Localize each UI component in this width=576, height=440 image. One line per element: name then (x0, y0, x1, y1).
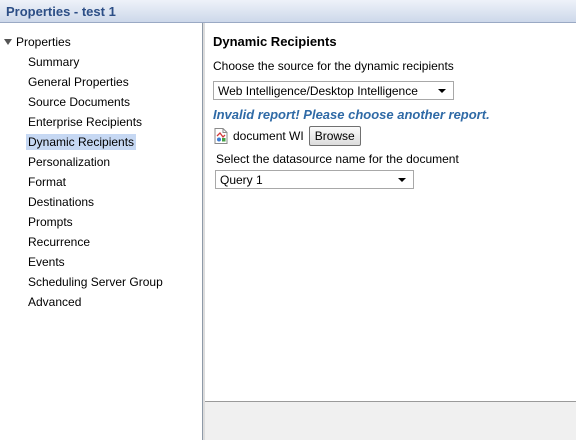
navigation-tree-panel: Properties Summary General Properties So… (0, 23, 203, 440)
tree-item-general-properties[interactable]: General Properties (26, 72, 165, 92)
tree-item-source-documents[interactable]: Source Documents (26, 92, 165, 112)
datasource-label: Select the datasource name for the docum… (216, 152, 459, 166)
browse-button[interactable]: Browse (308, 126, 361, 146)
tree-root-label: Properties (16, 35, 71, 49)
tree-item-scheduling-server-group[interactable]: Scheduling Server Group (26, 272, 165, 292)
tree-item-format[interactable]: Format (26, 172, 165, 192)
tree-item-recurrence[interactable]: Recurrence (26, 232, 165, 252)
dropdown-arrow-icon (398, 178, 406, 182)
tree-item-label: Format (28, 175, 67, 189)
datasource-select[interactable]: Query 1 (215, 170, 414, 189)
footer-bar (205, 401, 576, 440)
tree-item-label: Destinations (28, 195, 95, 209)
content-panel: Dynamic Recipients Choose the source for… (205, 23, 576, 401)
window-title: Properties - test 1 (6, 4, 116, 19)
tree-item-label: Scheduling Server Group (28, 275, 163, 289)
error-message: Invalid report! Please choose another re… (213, 107, 490, 122)
tree-item-advanced[interactable]: Advanced (26, 292, 165, 312)
tree-item-label: General Properties (28, 75, 129, 89)
tree-item-label: Summary (28, 55, 80, 69)
tree-item-prompts[interactable]: Prompts (26, 212, 165, 232)
tree-item-label: Personalization (28, 155, 111, 169)
source-select[interactable]: Web Intelligence/Desktop Intelligence (213, 81, 454, 100)
tree-item-events[interactable]: Events (26, 252, 165, 272)
tree-item-label: Advanced (28, 295, 82, 309)
source-label: Choose the source for the dynamic recipi… (213, 59, 454, 73)
tree-item-label: Prompts (28, 215, 73, 229)
dropdown-arrow-icon (438, 89, 446, 93)
source-select-value: Web Intelligence/Desktop Intelligence (218, 83, 418, 98)
broken-image-icon (214, 128, 228, 144)
document-row: document WI Browse (214, 125, 361, 147)
tree-item-label: Events (28, 255, 65, 269)
document-label: document WI (233, 129, 304, 143)
tree-item-personalization[interactable]: Personalization (26, 152, 165, 172)
tree-item-summary[interactable]: Summary (26, 52, 165, 72)
collapse-triangle-icon[interactable] (4, 39, 12, 45)
window-titlebar: Properties - test 1 (0, 0, 576, 23)
tree-item-label: Source Documents (28, 95, 131, 109)
datasource-select-value: Query 1 (220, 172, 263, 187)
tree-item-label: Enterprise Recipients (28, 115, 143, 129)
tree-items-list: Summary General Properties Source Docume… (26, 52, 165, 312)
tree-item-label: Recurrence (28, 235, 91, 249)
tree-item-destinations[interactable]: Destinations (26, 192, 165, 212)
tree-root-properties[interactable]: Properties (4, 34, 71, 50)
tree-item-dynamic-recipients[interactable]: Dynamic Recipients (26, 132, 165, 152)
tree-item-enterprise-recipients[interactable]: Enterprise Recipients (26, 112, 165, 132)
section-title: Dynamic Recipients (213, 34, 337, 49)
tree-item-label: Dynamic Recipients (26, 134, 137, 150)
